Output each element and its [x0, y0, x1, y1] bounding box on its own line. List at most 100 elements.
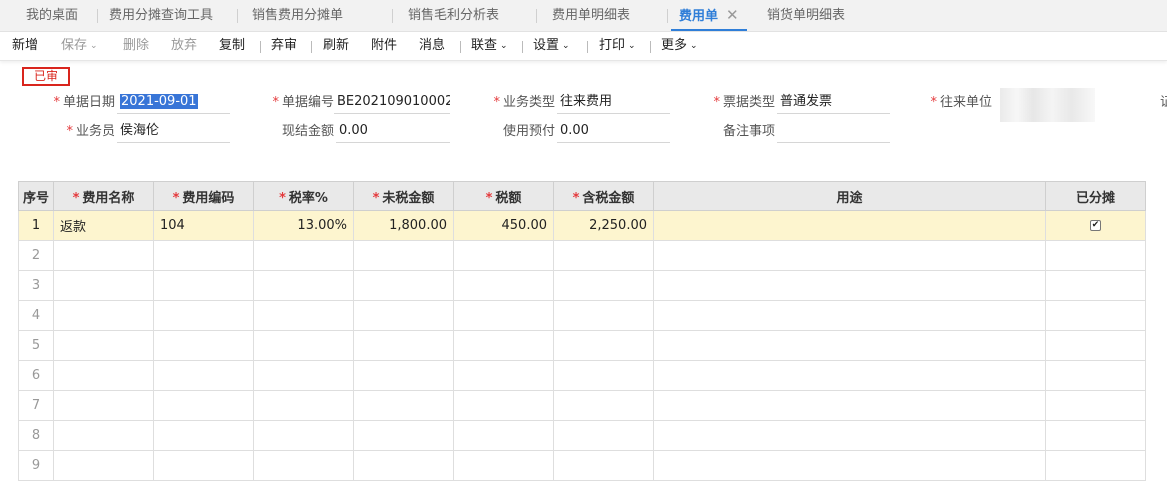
cell-taxed-amount[interactable] [553, 360, 654, 391]
doc-date-field[interactable]: 2021-09-01 [117, 92, 230, 114]
cell-purpose[interactable] [653, 300, 1046, 331]
cell-tax-rate[interactable] [253, 270, 354, 301]
attachment-button[interactable]: 附件 [371, 32, 397, 60]
cell-expense-name[interactable] [53, 450, 154, 481]
cell-untaxed-amount[interactable] [353, 450, 454, 481]
delete-button[interactable]: 删除 [123, 32, 149, 60]
cell-taxed-amount[interactable] [553, 330, 654, 361]
cell-tax-rate[interactable] [253, 240, 354, 271]
cell-expense-name[interactable] [53, 390, 154, 421]
col-header-taxed[interactable]: * 含税金额 [553, 181, 654, 211]
cell-purpose[interactable] [653, 450, 1046, 481]
copy-button[interactable]: 复制 [219, 32, 245, 60]
print-dropdown[interactable]: 打印 ⌄ [599, 32, 636, 60]
cell-expense-name[interactable] [53, 240, 154, 271]
biz-type-field[interactable]: 往来费用 [557, 92, 670, 114]
cell-tax-amount[interactable] [453, 270, 554, 301]
cell-expense-name[interactable] [53, 270, 154, 301]
table-row[interactable]: 7 [18, 390, 1146, 421]
cell-purpose[interactable] [653, 240, 1046, 271]
cell-expense-name[interactable]: 返款 [53, 210, 154, 241]
cell-allocated[interactable] [1045, 240, 1146, 271]
tab-sales-gross-profit[interactable]: 销售毛利分析表 [408, 0, 499, 31]
unaudit-button[interactable]: 弃审 [271, 32, 297, 60]
cell-tax-rate[interactable] [253, 330, 354, 361]
cell-untaxed-amount[interactable] [353, 390, 454, 421]
cell-expense-name[interactable] [53, 360, 154, 391]
cell-tax-amount[interactable] [453, 390, 554, 421]
cell-expense-name[interactable] [53, 420, 154, 451]
table-row[interactable]: 4 [18, 300, 1146, 331]
add-button[interactable]: 新增 [12, 32, 38, 60]
cell-untaxed-amount[interactable] [353, 330, 454, 361]
cell-expense-code[interactable] [153, 240, 254, 271]
cell-purpose[interactable] [653, 360, 1046, 391]
cell-taxed-amount[interactable] [553, 390, 654, 421]
cell-tax-rate[interactable] [253, 450, 354, 481]
cell-allocated[interactable] [1045, 360, 1146, 391]
table-row[interactable]: 1 返款 104 13.00% 1,800.00 450.00 2,250.00… [18, 210, 1146, 241]
cell-expense-code[interactable] [153, 330, 254, 361]
cell-expense-code[interactable]: 104 [153, 210, 254, 241]
cell-purpose[interactable] [653, 420, 1046, 451]
cell-expense-name[interactable] [53, 300, 154, 331]
col-header-allocated[interactable]: 已分摊 [1045, 181, 1146, 211]
cell-untaxed-amount[interactable] [353, 300, 454, 331]
cell-expense-name[interactable] [53, 330, 154, 361]
col-header-tax[interactable]: * 税额 [453, 181, 554, 211]
allocated-checkbox[interactable]: ✔ [1090, 220, 1101, 231]
cell-expense-code[interactable] [153, 390, 254, 421]
table-row[interactable]: 3 [18, 270, 1146, 301]
cell-tax-amount[interactable] [453, 300, 554, 331]
cell-allocated[interactable] [1045, 390, 1146, 421]
more-dropdown[interactable]: 更多 ⌄ [661, 32, 698, 60]
col-header-name[interactable]: * 费用名称 [53, 181, 154, 211]
cell-tax-rate[interactable]: 13.00% [253, 210, 354, 241]
cell-allocated[interactable] [1045, 270, 1146, 301]
cell-taxed-amount[interactable] [553, 300, 654, 331]
col-header-rate[interactable]: * 税率% [253, 181, 354, 211]
table-row[interactable]: 2 [18, 240, 1146, 271]
cell-purpose[interactable] [653, 270, 1046, 301]
tab-sales-expense-allocation[interactable]: 销售费用分摊单 [252, 0, 343, 31]
tab-expense-allocation-query[interactable]: 费用分摊查询工具 [109, 0, 213, 31]
col-header-untaxed[interactable]: * 未税金额 [353, 181, 454, 211]
cell-purpose[interactable] [653, 330, 1046, 361]
cell-purpose[interactable] [653, 210, 1046, 241]
cell-tax-amount[interactable] [453, 360, 554, 391]
cell-expense-code[interactable] [153, 360, 254, 391]
cell-taxed-amount[interactable] [553, 420, 654, 451]
cell-expense-code[interactable] [153, 270, 254, 301]
tab-my-desktop[interactable]: 我的桌面 [26, 0, 78, 31]
cell-taxed-amount[interactable] [553, 270, 654, 301]
partner-field-redacted[interactable] [1000, 88, 1095, 122]
table-row[interactable]: 5 [18, 330, 1146, 361]
cell-untaxed-amount[interactable] [353, 270, 454, 301]
cell-allocated[interactable] [1045, 300, 1146, 331]
linked-query-dropdown[interactable]: 联查 ⌄ [471, 32, 508, 60]
cell-tax-amount[interactable] [453, 240, 554, 271]
table-row[interactable]: 8 [18, 420, 1146, 451]
prepay-field[interactable]: 0.00 [557, 121, 670, 143]
cell-tax-amount[interactable] [453, 330, 554, 361]
cash-amount-field[interactable]: 0.00 [336, 121, 450, 143]
message-button[interactable]: 消息 [419, 32, 445, 60]
cell-allocated[interactable] [1045, 420, 1146, 451]
cell-expense-code[interactable] [153, 450, 254, 481]
col-header-purpose[interactable]: 用途 [653, 181, 1046, 211]
settings-dropdown[interactable]: 设置 ⌄ [533, 32, 570, 60]
cell-tax-rate[interactable] [253, 390, 354, 421]
close-icon[interactable]: ✕ [726, 6, 739, 24]
cell-tax-rate[interactable] [253, 300, 354, 331]
cell-purpose[interactable] [653, 390, 1046, 421]
salesman-field[interactable]: 侯海伦 [117, 121, 230, 143]
table-row[interactable]: 6 [18, 360, 1146, 391]
save-button[interactable]: 保存 ⌄ [61, 32, 98, 60]
cell-allocated[interactable] [1045, 450, 1146, 481]
cell-taxed-amount[interactable]: 2,250.00 [553, 210, 654, 241]
table-row[interactable]: 9 [18, 450, 1146, 481]
cell-expense-code[interactable] [153, 420, 254, 451]
cell-untaxed-amount[interactable] [353, 420, 454, 451]
doc-no-field[interactable]: BE202109010002 [334, 92, 450, 114]
cell-tax-rate[interactable] [253, 360, 354, 391]
